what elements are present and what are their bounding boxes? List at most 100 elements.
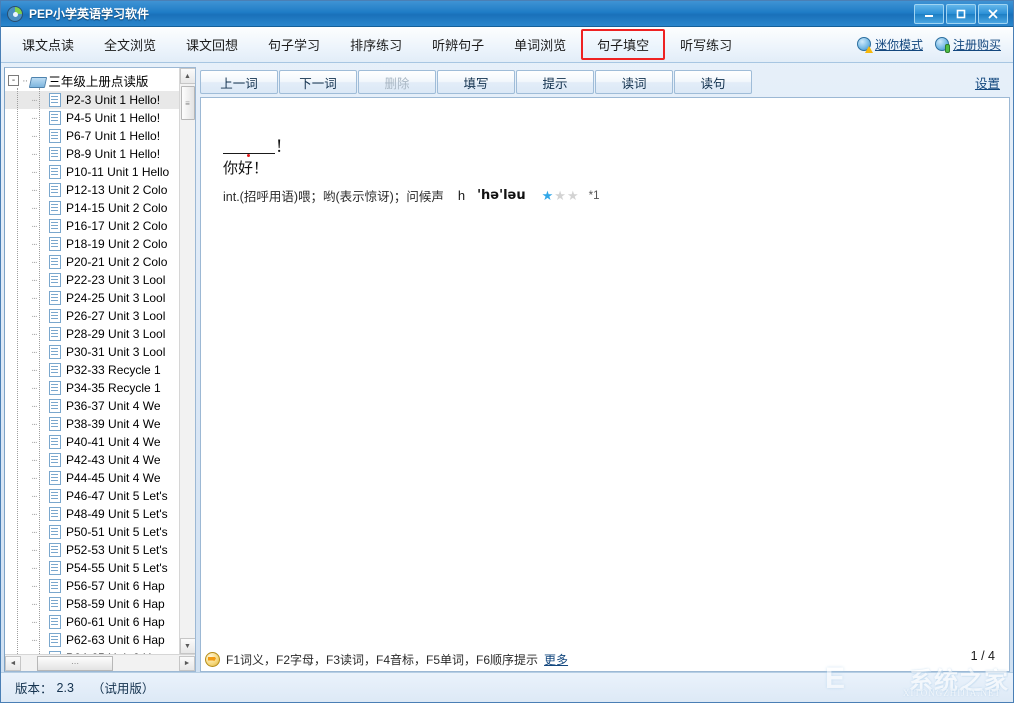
document-icon	[49, 435, 61, 449]
word-definition-row: int.(招呼用语)喂；哟(表示惊讶)；问候声 h 'hə'ləu ★★★ *1	[223, 186, 1009, 205]
document-icon	[49, 291, 61, 305]
tree-item[interactable]: ···P46-47 Unit 5 Let's	[5, 487, 195, 505]
tree-item[interactable]: ···P54-55 Unit 5 Let's	[5, 559, 195, 577]
scroll-down-arrow-icon[interactable]: ▼	[180, 638, 196, 654]
tree-dots: ··	[22, 75, 27, 87]
tree-item[interactable]: ···P32-33 Recycle 1	[5, 361, 195, 379]
read-word-button[interactable]: 读词	[595, 70, 673, 94]
tree-item[interactable]: ···P62-63 Unit 6 Hap	[5, 631, 195, 649]
star-filled-icon[interactable]: ★	[542, 189, 554, 202]
delete-button: 删除	[358, 70, 436, 94]
scroll-up-arrow-icon[interactable]: ▲	[180, 68, 196, 84]
tree-item[interactable]: ···P20-21 Unit 2 Colo	[5, 253, 195, 271]
document-icon	[49, 453, 61, 467]
tree-item[interactable]: ···P18-19 Unit 2 Colo	[5, 235, 195, 253]
tree-item[interactable]: ···P28-29 Unit 3 Lool	[5, 325, 195, 343]
tree-item[interactable]: ···P12-13 Unit 2 Colo	[5, 181, 195, 199]
star-empty-icon[interactable]: ★	[567, 189, 579, 202]
tab-label: 听辨句子	[432, 35, 484, 54]
tree-item[interactable]: ···P2-3 Unit 1 Hello!	[5, 91, 195, 109]
prev-word-button[interactable]: 上一词	[200, 70, 278, 94]
tab-kewen-diandu[interactable]: 课文点读	[7, 27, 89, 62]
tab-tingbian-juzi[interactable]: 听辨句子	[417, 27, 499, 62]
document-icon	[49, 111, 61, 125]
document-icon	[49, 489, 61, 503]
tree-vertical-scrollbar[interactable]: ▲ ≡ ▼	[179, 68, 195, 654]
scroll-left-arrow-icon[interactable]: ◄	[5, 656, 21, 671]
tree-item[interactable]: ···P22-23 Unit 3 Lool	[5, 271, 195, 289]
next-word-button[interactable]: 下一词	[279, 70, 357, 94]
read-sentence-button[interactable]: 读句	[674, 70, 752, 94]
difficulty-stars: ★★★	[542, 189, 579, 202]
tree-item-label: P28-29 Unit 3 Lool	[66, 327, 165, 341]
tree-item[interactable]: ···P36-37 Unit 4 We	[5, 397, 195, 415]
tab-juzi-xuexi[interactable]: 句子学习	[253, 27, 335, 62]
blank-input-line[interactable]	[223, 134, 275, 154]
tree-item[interactable]: ···P50-51 Unit 5 Let's	[5, 523, 195, 541]
exercise-content-area[interactable]: ! 你好！ int.(招呼用语)喂；哟(表示惊讶)；问候声 h 'hə'ləu …	[200, 97, 1010, 672]
button-label: 提示	[542, 73, 567, 92]
lesson-tree-panel: - ·· 三年级上册点读版 ···P2-3 Unit 1 Hello!···P4…	[4, 67, 196, 672]
hint-button[interactable]: 提示	[516, 70, 594, 94]
more-link[interactable]: 更多	[544, 651, 568, 668]
tab-quanwen-liulan[interactable]: 全文浏览	[89, 27, 171, 62]
minimize-button[interactable]	[914, 4, 944, 24]
tree-item[interactable]: ···P10-11 Unit 1 Hello	[5, 163, 195, 181]
tree-item-label: P20-21 Unit 2 Colo	[66, 255, 167, 269]
button-label: 填写	[463, 73, 488, 92]
tree-horizontal-scrollbar[interactable]: ◄ ⋯ ►	[5, 654, 195, 671]
document-icon	[49, 417, 61, 431]
tree-item[interactable]: ···P42-43 Unit 4 We	[5, 451, 195, 469]
scroll-thumb[interactable]: ≡	[181, 86, 195, 120]
close-button[interactable]	[978, 4, 1008, 24]
maximize-button[interactable]	[946, 4, 976, 24]
star-empty-icon[interactable]: ★	[554, 189, 566, 202]
tree-item[interactable]: ···P8-9 Unit 1 Hello!	[5, 145, 195, 163]
tab-juzi-tiankong[interactable]: 句子填空	[581, 29, 665, 60]
tree-item[interactable]: ···P6-7 Unit 1 Hello!	[5, 127, 195, 145]
mini-mode-link[interactable]: 迷你模式	[857, 36, 923, 53]
blank-answer-row[interactable]: !	[223, 124, 1009, 154]
hscroll-track[interactable]: ⋯	[21, 656, 179, 671]
register-purchase-link[interactable]: 注册购买	[935, 36, 1001, 53]
button-label: 上一词	[220, 73, 258, 92]
tab-label: 课文回想	[186, 35, 238, 54]
fill-button[interactable]: 填写	[437, 70, 515, 94]
tab-paixu-lianxi[interactable]: 排序练习	[335, 27, 417, 62]
scroll-right-arrow-icon[interactable]: ►	[179, 656, 195, 671]
document-icon	[49, 651, 61, 654]
tab-label: 句子填空	[597, 35, 649, 54]
tab-tingxie-lianxi[interactable]: 听写练习	[665, 27, 747, 62]
mini-mode-label: 迷你模式	[875, 36, 923, 53]
tree-item[interactable]: ···P44-45 Unit 4 We	[5, 469, 195, 487]
hscroll-thumb[interactable]: ⋯	[37, 656, 113, 671]
tree-item[interactable]: ···P14-15 Unit 2 Colo	[5, 199, 195, 217]
tree-item[interactable]: ···P40-41 Unit 4 We	[5, 433, 195, 451]
tree-item-label: P36-37 Unit 4 We	[66, 399, 161, 413]
tree-item-label: P56-57 Unit 6 Hap	[66, 579, 165, 593]
tree-root-node[interactable]: - ·· 三年级上册点读版	[5, 70, 195, 91]
tree-item[interactable]: ···P58-59 Unit 6 Hap	[5, 595, 195, 613]
button-label: 下一词	[299, 73, 337, 92]
tree-item-label: P14-15 Unit 2 Colo	[66, 201, 167, 215]
tree-item[interactable]: ···P16-17 Unit 2 Colo	[5, 217, 195, 235]
tab-kewen-huixiang[interactable]: 课文回想	[171, 27, 253, 62]
tab-danci-liulan[interactable]: 单词浏览	[499, 27, 581, 62]
tree-item[interactable]: ···P4-5 Unit 1 Hello!	[5, 109, 195, 127]
tab-label: 全文浏览	[104, 35, 156, 54]
document-icon	[49, 381, 61, 395]
tree-item[interactable]: ···P38-39 Unit 4 We	[5, 415, 195, 433]
lesson-tree[interactable]: - ·· 三年级上册点读版 ···P2-3 Unit 1 Hello!···P4…	[5, 68, 195, 654]
tree-item[interactable]: ···P26-27 Unit 3 Lool	[5, 307, 195, 325]
tree-item[interactable]: ···P56-57 Unit 6 Hap	[5, 577, 195, 595]
tree-item[interactable]: ···P24-25 Unit 3 Lool	[5, 289, 195, 307]
tree-item[interactable]: ···P30-31 Unit 3 Lool	[5, 343, 195, 361]
tree-item[interactable]: ···P60-61 Unit 6 Hap	[5, 613, 195, 631]
tree-item[interactable]: ···P48-49 Unit 5 Let's	[5, 505, 195, 523]
tree-item[interactable]: ···P64-65 Unit 6 Ha	[5, 649, 195, 654]
tree-item[interactable]: ···P34-35 Recycle 1	[5, 379, 195, 397]
tree-item[interactable]: ···P52-53 Unit 5 Let's	[5, 541, 195, 559]
tab-label: 课文点读	[22, 35, 74, 54]
settings-link[interactable]: 设置	[975, 73, 1006, 92]
tree-expander-icon[interactable]: -	[8, 75, 19, 86]
